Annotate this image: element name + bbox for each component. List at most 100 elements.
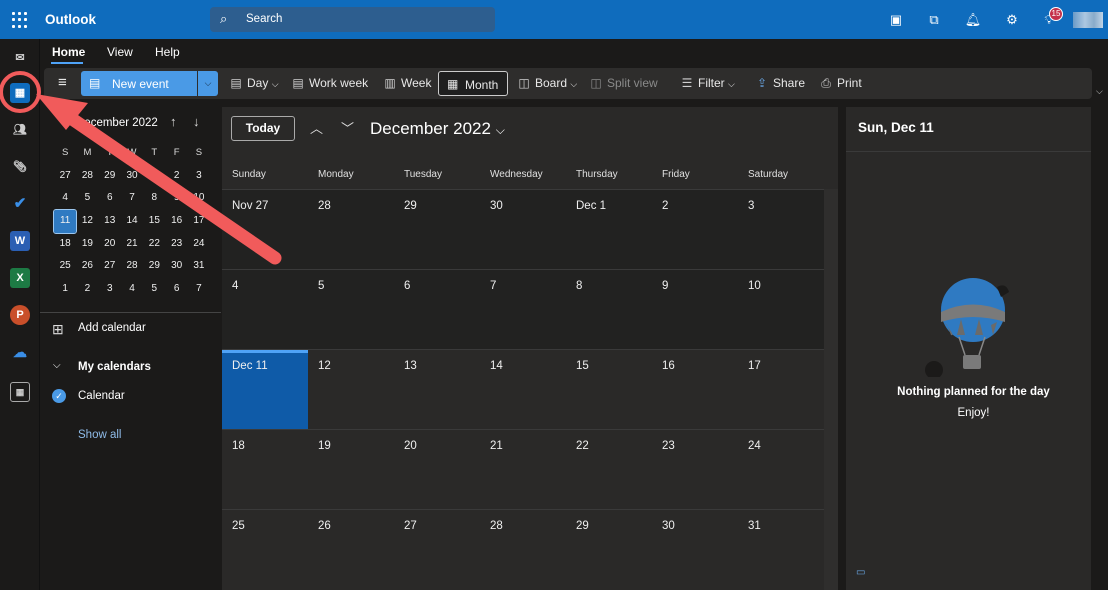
day-cell[interactable]: 31: [738, 510, 824, 590]
mini-day[interactable]: 6: [99, 187, 121, 210]
ribbon-collapse-icon[interactable]: ⌵: [1096, 86, 1103, 97]
day-cell[interactable]: 18: [222, 430, 308, 510]
day-cell[interactable]: 5: [308, 270, 394, 350]
mini-day[interactable]: 5: [143, 278, 165, 301]
app-launcher-icon[interactable]: [12, 12, 28, 28]
bell-icon[interactable]: 🔔︎: [964, 11, 982, 29]
mini-day[interactable]: 31: [188, 255, 210, 278]
share-button[interactable]: ⇪ Share: [755, 76, 805, 90]
mini-day[interactable]: 30: [121, 165, 143, 188]
search-input[interactable]: Search: [246, 13, 282, 25]
mini-day[interactable]: 12: [76, 210, 98, 233]
mini-day[interactable]: 3: [99, 278, 121, 301]
calendar-item[interactable]: Calendar: [78, 390, 125, 402]
day-cell[interactable]: 23: [652, 430, 738, 510]
tab-view[interactable]: View: [107, 45, 133, 59]
day-cell[interactable]: 7: [480, 270, 566, 350]
split-view-button[interactable]: ◫ Split view: [589, 76, 657, 90]
mini-day[interactable]: 26: [76, 255, 98, 278]
mini-day[interactable]: 6: [165, 278, 187, 301]
day-cell[interactable]: 27: [394, 510, 480, 590]
day-cell[interactable]: 9: [652, 270, 738, 350]
previous-month-icon[interactable]: ︿: [310, 118, 323, 137]
mini-day[interactable]: 2: [165, 165, 187, 188]
chevron-down-icon[interactable]: ⌵: [53, 360, 61, 371]
day-cell[interactable]: 24: [738, 430, 824, 510]
mini-day[interactable]: 3: [188, 165, 210, 188]
search-box[interactable]: ⌕ Search: [210, 7, 495, 32]
mini-day[interactable]: 4: [54, 187, 76, 210]
day-cell[interactable]: 4: [222, 270, 308, 350]
scrollbar[interactable]: [824, 189, 838, 590]
mini-prev-month-icon[interactable]: ↑: [170, 114, 177, 129]
day-cell[interactable]: 28: [308, 190, 394, 270]
mini-day[interactable]: 10: [188, 187, 210, 210]
next-month-icon[interactable]: ﹀: [341, 118, 354, 137]
day-cell[interactable]: Nov 27: [222, 190, 308, 270]
mini-day[interactable]: 2: [76, 278, 98, 301]
mini-day[interactable]: 29: [143, 255, 165, 278]
day-cell[interactable]: 26: [308, 510, 394, 590]
people-icon[interactable]: 👥︎: [10, 120, 30, 140]
filter-button[interactable]: ☰ Filter ⌵: [680, 76, 735, 90]
mini-day[interactable]: 22: [143, 233, 165, 256]
hamburger-icon[interactable]: ≡: [58, 74, 67, 91]
mini-day[interactable]: 19: [76, 233, 98, 256]
day-cell[interactable]: 6: [394, 270, 480, 350]
day-cell[interactable]: 25: [222, 510, 308, 590]
new-event-dropdown-button[interactable]: ⌵: [198, 71, 218, 96]
day-cell[interactable]: 22: [566, 430, 652, 510]
mini-day[interactable]: 1: [54, 278, 76, 301]
app-title[interactable]: Outlook: [45, 12, 96, 27]
mini-day[interactable]: 1: [143, 165, 165, 188]
mini-day[interactable]: 28: [121, 255, 143, 278]
mini-day[interactable]: 8: [143, 187, 165, 210]
mini-day[interactable]: 17: [188, 210, 210, 233]
work-week-view-button[interactable]: ▤ Work week: [291, 76, 368, 90]
day-cell[interactable]: 10: [738, 270, 824, 350]
mini-day[interactable]: 25: [54, 255, 76, 278]
powerpoint-icon[interactable]: P: [10, 305, 30, 325]
day-cell[interactable]: 28: [480, 510, 566, 590]
more-apps-icon[interactable]: ▦: [10, 382, 30, 402]
mini-day[interactable]: 23: [165, 233, 187, 256]
checkmark-icon[interactable]: ✓: [52, 389, 66, 403]
new-event-button[interactable]: ▤ New event: [81, 71, 197, 96]
word-icon[interactable]: W: [10, 231, 30, 251]
gear-icon[interactable]: ⚙: [1003, 11, 1021, 29]
mini-next-month-icon[interactable]: ↓: [193, 114, 200, 129]
day-view-button[interactable]: ▤ Day ⌵: [229, 76, 278, 90]
show-all-link[interactable]: Show all: [78, 429, 121, 441]
mini-day[interactable]: 20: [99, 233, 121, 256]
tab-home[interactable]: Home: [52, 45, 85, 59]
day-cell[interactable]: 17: [738, 350, 824, 430]
avatar[interactable]: [1073, 12, 1103, 28]
excel-icon[interactable]: X: [10, 268, 30, 288]
mini-day[interactable]: 27: [99, 255, 121, 278]
mini-day[interactable]: 28: [76, 165, 98, 188]
day-cell-today[interactable]: Dec 11: [222, 350, 308, 430]
mini-day-today[interactable]: 11: [52, 209, 78, 234]
add-calendar-link[interactable]: Add calendar: [78, 322, 146, 334]
mini-day[interactable]: 18: [54, 233, 76, 256]
day-cell[interactable]: 13: [394, 350, 480, 430]
board-view-button[interactable]: ◫ Board ⌵: [517, 76, 577, 90]
day-cell[interactable]: 30: [652, 510, 738, 590]
mini-day[interactable]: 30: [165, 255, 187, 278]
mini-day[interactable]: 14: [121, 210, 143, 233]
mail-icon[interactable]: ✉: [10, 48, 30, 68]
day-cell[interactable]: 8: [566, 270, 652, 350]
mini-day[interactable]: 21: [121, 233, 143, 256]
mini-day[interactable]: 16: [165, 210, 187, 233]
my-calendars-header[interactable]: My calendars: [78, 361, 151, 373]
mini-day[interactable]: 29: [99, 165, 121, 188]
day-cell[interactable]: 12: [308, 350, 394, 430]
day-cell[interactable]: 15: [566, 350, 652, 430]
week-view-button[interactable]: ▥ Week: [383, 76, 431, 90]
print-button[interactable]: ⎙ Print: [819, 76, 862, 91]
attachment-icon[interactable]: 📎︎: [10, 157, 30, 177]
calendar-icon[interactable]: ▦: [10, 83, 30, 103]
day-cell[interactable]: 2: [652, 190, 738, 270]
onedrive-icon[interactable]: ☁: [10, 342, 30, 362]
mini-day[interactable]: 24: [188, 233, 210, 256]
